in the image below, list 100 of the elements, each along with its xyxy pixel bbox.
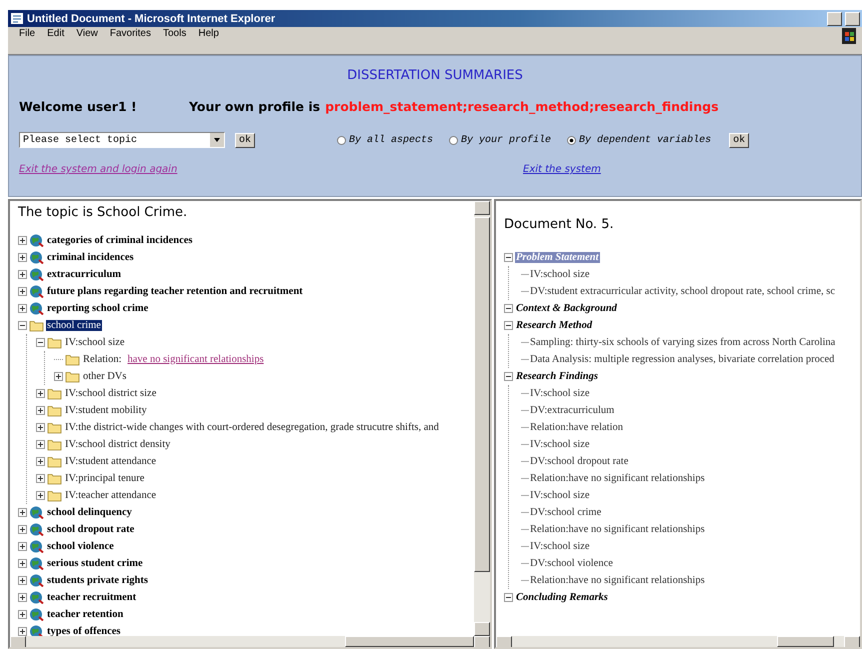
collapse-icon[interactable] (18, 321, 27, 330)
tree-item[interactable]: IV:school size (64, 337, 126, 348)
exit-link[interactable]: Exit the system (523, 164, 601, 175)
expand-icon[interactable] (18, 525, 27, 534)
expand-icon[interactable] (18, 304, 27, 313)
tree-item[interactable]: IV:the district-wide changes with court-ordered desegregation, grade strucutre shifts, and (64, 422, 440, 433)
horizontal-scrollbar[interactable] (496, 636, 860, 647)
radio-icon[interactable] (567, 136, 576, 144)
folder-icon (65, 370, 80, 383)
section-title[interactable]: Problem Statement (515, 252, 600, 263)
collapse-icon[interactable] (504, 304, 513, 313)
collapse-icon[interactable] (36, 338, 45, 347)
expand-icon[interactable] (36, 389, 45, 398)
tree-item[interactable]: IV:teacher attendance (64, 490, 158, 501)
maximize-button[interactable] (845, 12, 860, 26)
expand-icon[interactable] (18, 542, 27, 551)
summary-line: DV:extracurriculum (530, 405, 614, 416)
tree-item[interactable]: school crime (46, 320, 102, 331)
collapse-icon[interactable] (504, 593, 513, 602)
tree-item[interactable]: categories of criminal incidences (46, 235, 194, 246)
minimize-button[interactable] (827, 12, 842, 26)
expand-icon[interactable] (18, 627, 27, 636)
tree-item[interactable]: criminal incidences (46, 252, 135, 263)
tree-item[interactable]: extracurriculum (46, 269, 122, 280)
ok-button[interactable]: ok (235, 132, 256, 148)
globe-icon (29, 285, 44, 298)
welcome-text: Welcome user1 ! (19, 99, 138, 114)
ok-button[interactable]: ok (729, 132, 750, 148)
tree-item[interactable]: IV:student mobility (64, 405, 148, 416)
section-title[interactable]: Context & Background (515, 303, 618, 314)
menu-item[interactable]: View (71, 28, 103, 39)
tree-item[interactable]: IV:principal tenure (64, 473, 146, 484)
horizontal-scrollbar[interactable] (10, 636, 490, 647)
summary-line: IV:school size (530, 541, 590, 552)
expand-icon[interactable] (36, 491, 45, 500)
tree-item[interactable]: serious student crime (46, 558, 144, 569)
radio-icon[interactable] (449, 136, 458, 144)
expand-icon[interactable] (18, 287, 27, 296)
expand-icon[interactable] (54, 372, 63, 381)
topic-heading: The topic is School Crime. (18, 205, 188, 220)
expand-icon[interactable] (36, 423, 45, 432)
expand-icon[interactable] (36, 406, 45, 415)
menu-item[interactable]: Tools (158, 28, 192, 39)
globe-icon (29, 506, 44, 519)
tree-item[interactable]: school delinquency (46, 507, 133, 518)
expand-icon[interactable] (18, 576, 27, 585)
radio-icon[interactable] (337, 136, 346, 144)
topic-dropdown[interactable]: Please select topic (19, 132, 225, 148)
globe-icon (29, 302, 44, 315)
folder-icon (47, 455, 62, 468)
tree-item[interactable]: teacher retention (46, 609, 124, 620)
globe-icon (29, 234, 44, 247)
expand-icon[interactable] (18, 253, 27, 262)
section-title[interactable]: Research Method (515, 320, 594, 331)
expand-icon[interactable] (36, 474, 45, 483)
menu-item[interactable]: Favorites (104, 28, 156, 39)
collapse-icon[interactable] (504, 372, 513, 381)
tree-item[interactable]: teacher recruitment (46, 592, 138, 603)
tree-item[interactable]: school violence (46, 541, 115, 552)
expand-icon[interactable] (18, 236, 27, 245)
folder-icon (47, 387, 62, 400)
view-option[interactable]: By your profile (449, 134, 552, 146)
section-title[interactable]: Research Findings (515, 371, 599, 382)
expand-icon[interactable] (18, 270, 27, 279)
summary-line: IV:school size (530, 439, 590, 450)
tree-item[interactable]: school dropout rate (46, 524, 136, 535)
tree-item[interactable]: IV:student attendance (64, 456, 158, 467)
tree-item[interactable]: other DVs (82, 371, 128, 382)
view-option[interactable]: By dependent variables (567, 134, 712, 146)
exit-link[interactable]: Exit the system and login again (19, 164, 178, 175)
tree-item[interactable]: types of offences (46, 626, 122, 636)
relation-link[interactable]: have no significant relationships (128, 354, 264, 365)
profile-value: problem_statement;research_method;research_findings (325, 99, 719, 114)
summary-line: IV:school size (530, 269, 590, 280)
folder-icon (65, 353, 80, 366)
tree-item[interactable]: Relation: (82, 354, 122, 365)
expand-icon[interactable] (18, 559, 27, 568)
tree-item[interactable]: reporting school crime (46, 303, 150, 314)
summary-line: IV:school size (530, 388, 590, 399)
tree-item[interactable]: IV:school district density (64, 439, 172, 450)
collapse-icon[interactable] (504, 253, 513, 262)
expand-icon[interactable] (18, 593, 27, 602)
expand-icon[interactable] (18, 610, 27, 619)
menu-item[interactable]: Edit (42, 28, 70, 39)
globe-icon (29, 268, 44, 281)
tree-item[interactable]: students private rights (46, 575, 149, 586)
summary-line: Relation:have no significant relationships (530, 473, 705, 484)
vertical-scrollbar[interactable] (474, 201, 490, 636)
tree-item[interactable]: IV:school district size (64, 388, 158, 399)
view-option[interactable]: By all aspects (337, 134, 434, 146)
section-title[interactable]: Concluding Remarks (515, 592, 609, 603)
expand-icon[interactable] (36, 440, 45, 449)
collapse-icon[interactable] (504, 321, 513, 330)
folder-icon (47, 438, 62, 451)
menu-item[interactable]: Help (193, 28, 224, 39)
expand-icon[interactable] (18, 508, 27, 517)
tree-item[interactable]: future plans regarding teacher retention and recruitment (46, 286, 304, 297)
summary-line: Data Analysis: multiple regression analyses, bivariate correlation proced (530, 354, 834, 365)
expand-icon[interactable] (36, 457, 45, 466)
menu-item[interactable]: File (14, 28, 40, 39)
